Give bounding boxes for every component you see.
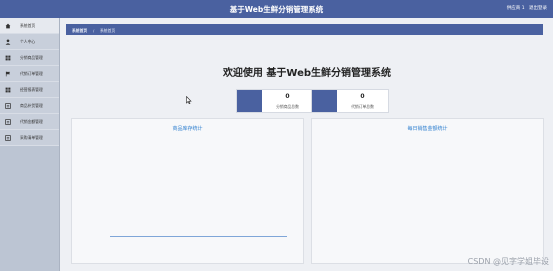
sales-chart-panel: 每日销售金额统计 <box>311 118 544 264</box>
user-label[interactable]: 供应商 1 <box>507 6 525 11</box>
stat-label: 代销订单总数 <box>351 104 374 109</box>
flag-icon <box>5 71 11 77</box>
breadcrumb-current: 系统首页 <box>100 27 116 33</box>
home-icon <box>5 23 11 29</box>
stat-color-block <box>312 90 337 112</box>
sidebar-item-label: 代销金额管理 <box>20 119 43 124</box>
sidebar-item-label: 采购清单管理 <box>20 135 43 140</box>
sidebar-item-label: 分销商品管理 <box>20 55 43 60</box>
sidebar-item-orders[interactable]: 代销订单管理 <box>0 66 59 82</box>
logout-link[interactable]: 退出登录 <box>529 6 547 11</box>
top-bar: 基于Web生鲜分销管理系统 供应商 1 退出登录 <box>0 0 553 18</box>
stat-card-orders: 0 代销订单总数 <box>311 89 389 113</box>
list-icon <box>5 119 11 125</box>
sidebar-item-reports[interactable]: 经营报表管理 <box>0 82 59 98</box>
panel-title: 每日销售金额统计 <box>407 126 448 132</box>
grid-icon <box>5 87 11 93</box>
sidebar-item-purchase[interactable]: 采购清单管理 <box>0 130 59 146</box>
sidebar-item-label: 个人中心 <box>20 39 36 44</box>
stat-card-products: 0 分销商品总数 <box>236 89 314 113</box>
user-area: 供应商 1 退出登录 <box>504 5 547 11</box>
stat-label: 分销商品总数 <box>276 104 299 109</box>
sidebar-item-products[interactable]: 分销商品管理 <box>0 50 59 66</box>
list-icon <box>5 135 11 141</box>
list-icon <box>5 103 11 109</box>
sidebar-item-restock[interactable]: 商品补货管理 <box>0 98 59 114</box>
grid-icon <box>5 55 11 61</box>
sidebar-item-label: 系统首页 <box>20 23 36 28</box>
watermark: CSDN @见字学姐毕设 <box>467 257 549 266</box>
breadcrumb-home[interactable]: 系统首页 <box>72 28 87 34</box>
main-content: 系统首页 / 系统首页 欢迎使用 基于Web生鲜分销管理系统 0 分销商品总数 … <box>61 18 553 271</box>
sidebar-item-profile[interactable]: 个人中心 <box>0 34 59 50</box>
breadcrumb-separator: / <box>93 27 95 33</box>
stat-color-block <box>237 90 262 112</box>
sidebar: 系统首页 个人中心 分销商品管理 代销订单管理 经营报表管理 商品补货管理 代销… <box>0 18 60 271</box>
welcome-heading: 欢迎使用 基于Web生鲜分销管理系统 <box>222 68 392 79</box>
user-icon <box>5 39 11 45</box>
mouse-cursor-icon <box>186 96 192 104</box>
sidebar-item-label: 商品补货管理 <box>20 103 43 108</box>
panel-title: 商品库存统计 <box>172 126 203 132</box>
breadcrumb: 系统首页 / 系统首页 <box>66 24 543 35</box>
stat-value: 0 <box>360 93 365 100</box>
app-title: 基于Web生鲜分销管理系统 <box>229 5 324 14</box>
sidebar-item-amounts[interactable]: 代销金额管理 <box>0 114 59 130</box>
sidebar-item-label: 经营报表管理 <box>20 87 43 92</box>
stat-value: 0 <box>285 93 290 100</box>
chart-axis-line <box>110 236 287 237</box>
sidebar-item-home[interactable]: 系统首页 <box>0 18 59 34</box>
inventory-chart-panel: 商品库存统计 <box>71 118 304 264</box>
sidebar-item-label: 代销订单管理 <box>20 71 43 76</box>
